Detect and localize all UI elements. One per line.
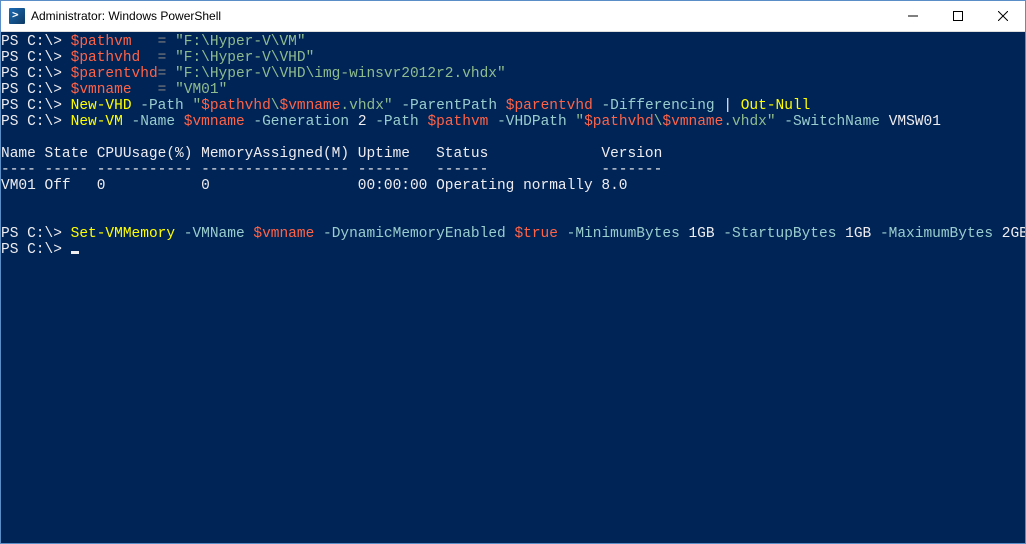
ext: .vhdx" (340, 98, 392, 114)
str-open: " (575, 114, 584, 130)
cmd-newvhd: New-VHD (71, 98, 132, 114)
equals: = (140, 50, 175, 66)
prompt: PS C:\> (1, 82, 71, 98)
prompt: PS C:\> (1, 242, 71, 258)
cmd-newvm: New-VM (71, 114, 123, 130)
param: -DynamicMemoryEnabled (323, 226, 506, 242)
window-controls (890, 1, 1025, 31)
pipe: | (723, 98, 732, 114)
equals: = (132, 82, 176, 98)
window-title: Administrator: Windows PowerShell (31, 9, 890, 23)
prompt: PS C:\> (1, 34, 71, 50)
val-parentvhd: "F:\Hyper-V\VHD\img-winsvr2012r2.vhdx" (175, 66, 506, 82)
val: 2 (358, 114, 367, 130)
val: 1GB (845, 226, 871, 242)
table-divider: ---- ----- ----------- -----------------… (1, 162, 662, 178)
var-pathvhd: $pathvhd (71, 50, 141, 66)
powershell-icon (9, 8, 25, 24)
powershell-window: Administrator: Windows PowerShell PS C:\… (0, 0, 1026, 544)
cursor (71, 251, 79, 254)
val-vmname: "VM01" (175, 82, 227, 98)
str-open: " (192, 98, 201, 114)
val-pathvm: "F:\Hyper-V\VM" (175, 34, 306, 50)
table-row: VM01 Off 0 0 00:00:00 Operating normally… (1, 178, 628, 194)
var-pathvm: $pathvm (71, 34, 132, 50)
equals: = (132, 34, 176, 50)
var: $pathvhd (201, 98, 271, 114)
maximize-button[interactable] (935, 1, 980, 31)
var-parentvhd: $parentvhd (71, 66, 158, 82)
cmd-outnull: Out-Null (741, 98, 811, 114)
param: -Path (140, 98, 184, 114)
var: $vmname (280, 98, 341, 114)
param: -SwitchName (784, 114, 880, 130)
titlebar[interactable]: Administrator: Windows PowerShell (1, 1, 1025, 32)
var: $true (514, 226, 558, 242)
table-header: Name State CPUUsage(%) MemoryAssigned(M)… (1, 146, 662, 162)
prompt: PS C:\> (1, 50, 71, 66)
prompt: PS C:\> (1, 66, 71, 82)
prompt: PS C:\> (1, 98, 71, 114)
prompt: PS C:\> (1, 226, 71, 242)
param: -Generation (253, 114, 349, 130)
var: $vmname (662, 114, 723, 130)
cmd-setvmmem: Set-VMMemory (71, 226, 175, 242)
var: $vmname (184, 114, 245, 130)
minimize-button[interactable] (890, 1, 935, 31)
prompt: PS C:\> (1, 114, 71, 130)
equals: = (158, 66, 175, 82)
ext: .vhdx" (723, 114, 775, 130)
param: -MinimumBytes (567, 226, 680, 242)
var: $pathvm (427, 114, 488, 130)
param: -Path (375, 114, 419, 130)
terminal-output[interactable]: PS C:\> $pathvm = "F:\Hyper-V\VM" PS C:\… (1, 32, 1025, 543)
val-pathvhd: "F:\Hyper-V\VHD" (175, 50, 314, 66)
param: -VHDPath (497, 114, 567, 130)
sep: \ (271, 98, 280, 114)
val: 1GB (688, 226, 714, 242)
param: -StartupBytes (723, 226, 836, 242)
close-button[interactable] (980, 1, 1025, 31)
var-vmname: $vmname (71, 82, 132, 98)
val: VMSW01 (889, 114, 941, 130)
var: $pathvhd (584, 114, 654, 130)
param: -ParentPath (401, 98, 497, 114)
var: $parentvhd (506, 98, 593, 114)
var: $vmname (253, 226, 314, 242)
param: -Differencing (601, 98, 714, 114)
val: 2GB (1002, 226, 1025, 242)
param: -Name (132, 114, 176, 130)
param: -VMName (184, 226, 245, 242)
param: -MaximumBytes (880, 226, 993, 242)
